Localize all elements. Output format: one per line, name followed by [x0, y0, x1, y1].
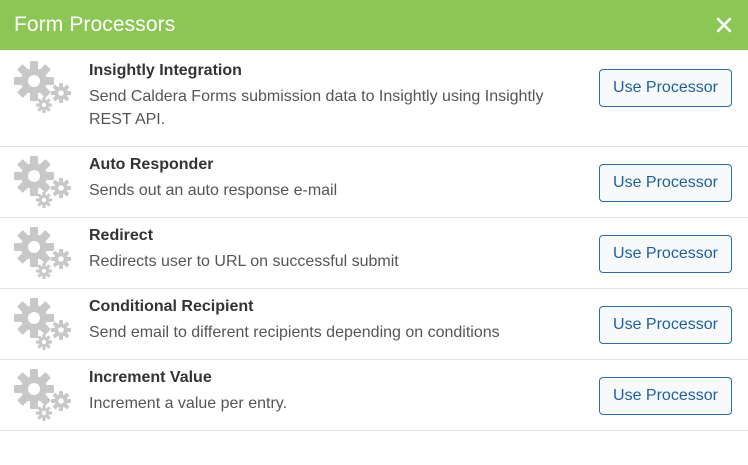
use-processor-button[interactable]: Use Processor [599, 164, 732, 202]
use-processor-button[interactable]: Use Processor [599, 235, 732, 273]
processor-description: Redirects user to URL on successful subm… [89, 253, 399, 270]
processor-name: Increment Value [89, 369, 212, 386]
gears-icon [14, 298, 71, 350]
processor-item: Auto Responder Sends out an auto respons… [0, 147, 748, 218]
gears-icon [14, 369, 71, 421]
processor-item: Redirect Redirects user to URL on succes… [0, 218, 748, 289]
use-processor-button[interactable]: Use Processor [599, 377, 732, 415]
modal-title: Form Processors [14, 13, 176, 36]
processor-item: Insightly Integration Send Caldera Forms… [0, 50, 748, 147]
gears-icon [14, 227, 71, 279]
processor-name: Auto Responder [89, 156, 214, 173]
processor-item: Increment Value Increment a value per en… [0, 360, 748, 431]
modal-header: Form Processors [0, 0, 748, 50]
use-processor-button[interactable]: Use Processor [599, 69, 732, 107]
form-processors-modal: Form Processors Insightly Integration Se… [0, 0, 748, 465]
processor-item: Conditional Recipient Send email to diff… [0, 289, 748, 360]
gears-icon [14, 61, 71, 113]
close-icon[interactable] [714, 15, 734, 35]
processor-name: Redirect [89, 227, 154, 244]
use-processor-button[interactable]: Use Processor [599, 306, 732, 344]
processor-description: Send email to different recipients depen… [89, 324, 500, 341]
processor-name: Conditional Recipient [89, 298, 254, 315]
processor-description: Sends out an auto response e-mail [89, 182, 338, 199]
gears-icon [14, 156, 71, 208]
processor-description: Send Caldera Forms submission data to In… [89, 88, 544, 128]
processor-list: Insightly Integration Send Caldera Forms… [0, 50, 748, 431]
processor-name: Insightly Integration [89, 62, 242, 79]
processor-description: Increment a value per entry. [89, 395, 288, 412]
